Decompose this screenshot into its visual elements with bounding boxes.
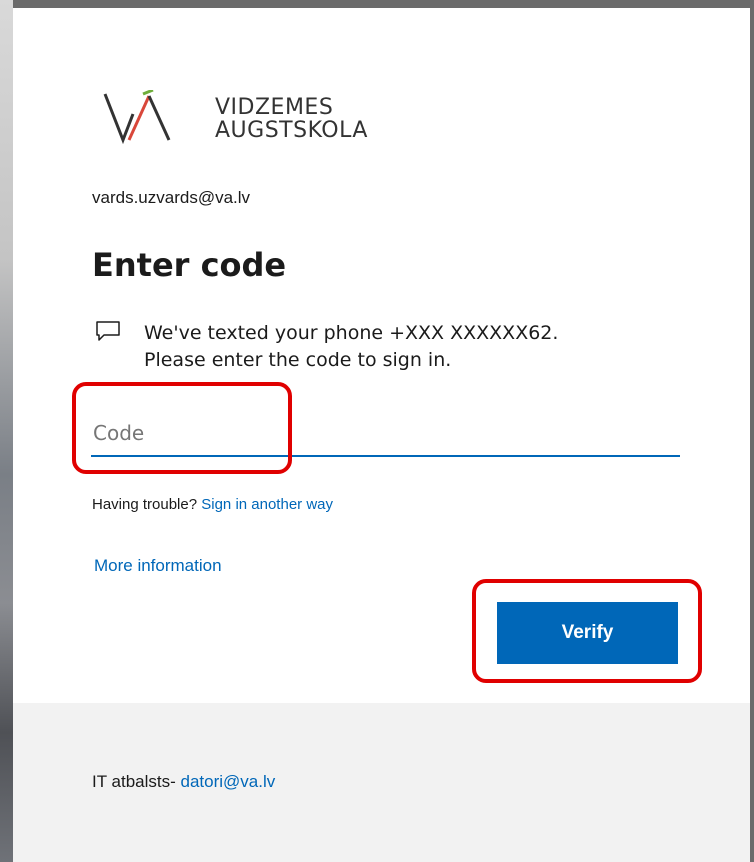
sign-in-card: VIDZEMES AUGSTSKOLA vards.uzvards@va.lv …	[13, 8, 750, 862]
account-email: vards.uzvards@va.lv	[92, 188, 251, 207]
sms-instruction-line1: We've texted your phone +XXX XXXXXX62.	[144, 322, 559, 344]
page: VIDZEMES AUGSTSKOLA vards.uzvards@va.lv …	[0, 0, 754, 862]
sign-in-another-way-link[interactable]: Sign in another way	[201, 496, 333, 513]
it-support: IT atbalsts- datori@va.lv	[92, 772, 275, 792]
footer: IT atbalsts- datori@va.lv	[13, 703, 750, 862]
background-top-edge	[0, 0, 754, 8]
trouble-text: Having trouble?	[92, 496, 198, 513]
background-left-edge	[0, 0, 13, 862]
code-input[interactable]	[91, 411, 680, 457]
more-information-link[interactable]: More information	[94, 556, 222, 576]
organization-name-line1: VIDZEMES	[215, 95, 334, 120]
sms-instruction: We've texted your phone +XXX XXXXXX62. P…	[144, 320, 558, 374]
verify-button[interactable]: Verify	[497, 602, 678, 664]
background-right-edge	[750, 0, 754, 862]
organization-name: VIDZEMES AUGSTSKOLA	[215, 96, 368, 142]
message-icon	[96, 321, 120, 341]
organization-name-line2: AUGSTSKOLA	[215, 118, 368, 143]
it-support-email-link[interactable]: datori@va.lv	[181, 772, 276, 791]
trouble-section: Having trouble? Sign in another way	[92, 496, 333, 513]
sms-instruction-line2: Please enter the code to sign in.	[144, 349, 452, 371]
va-logo-mark-icon	[103, 88, 171, 145]
page-title: Enter code	[92, 246, 287, 284]
organization-logo: VIDZEMES AUGSTSKOLA	[103, 88, 393, 145]
it-support-label: IT atbalsts-	[92, 772, 176, 791]
